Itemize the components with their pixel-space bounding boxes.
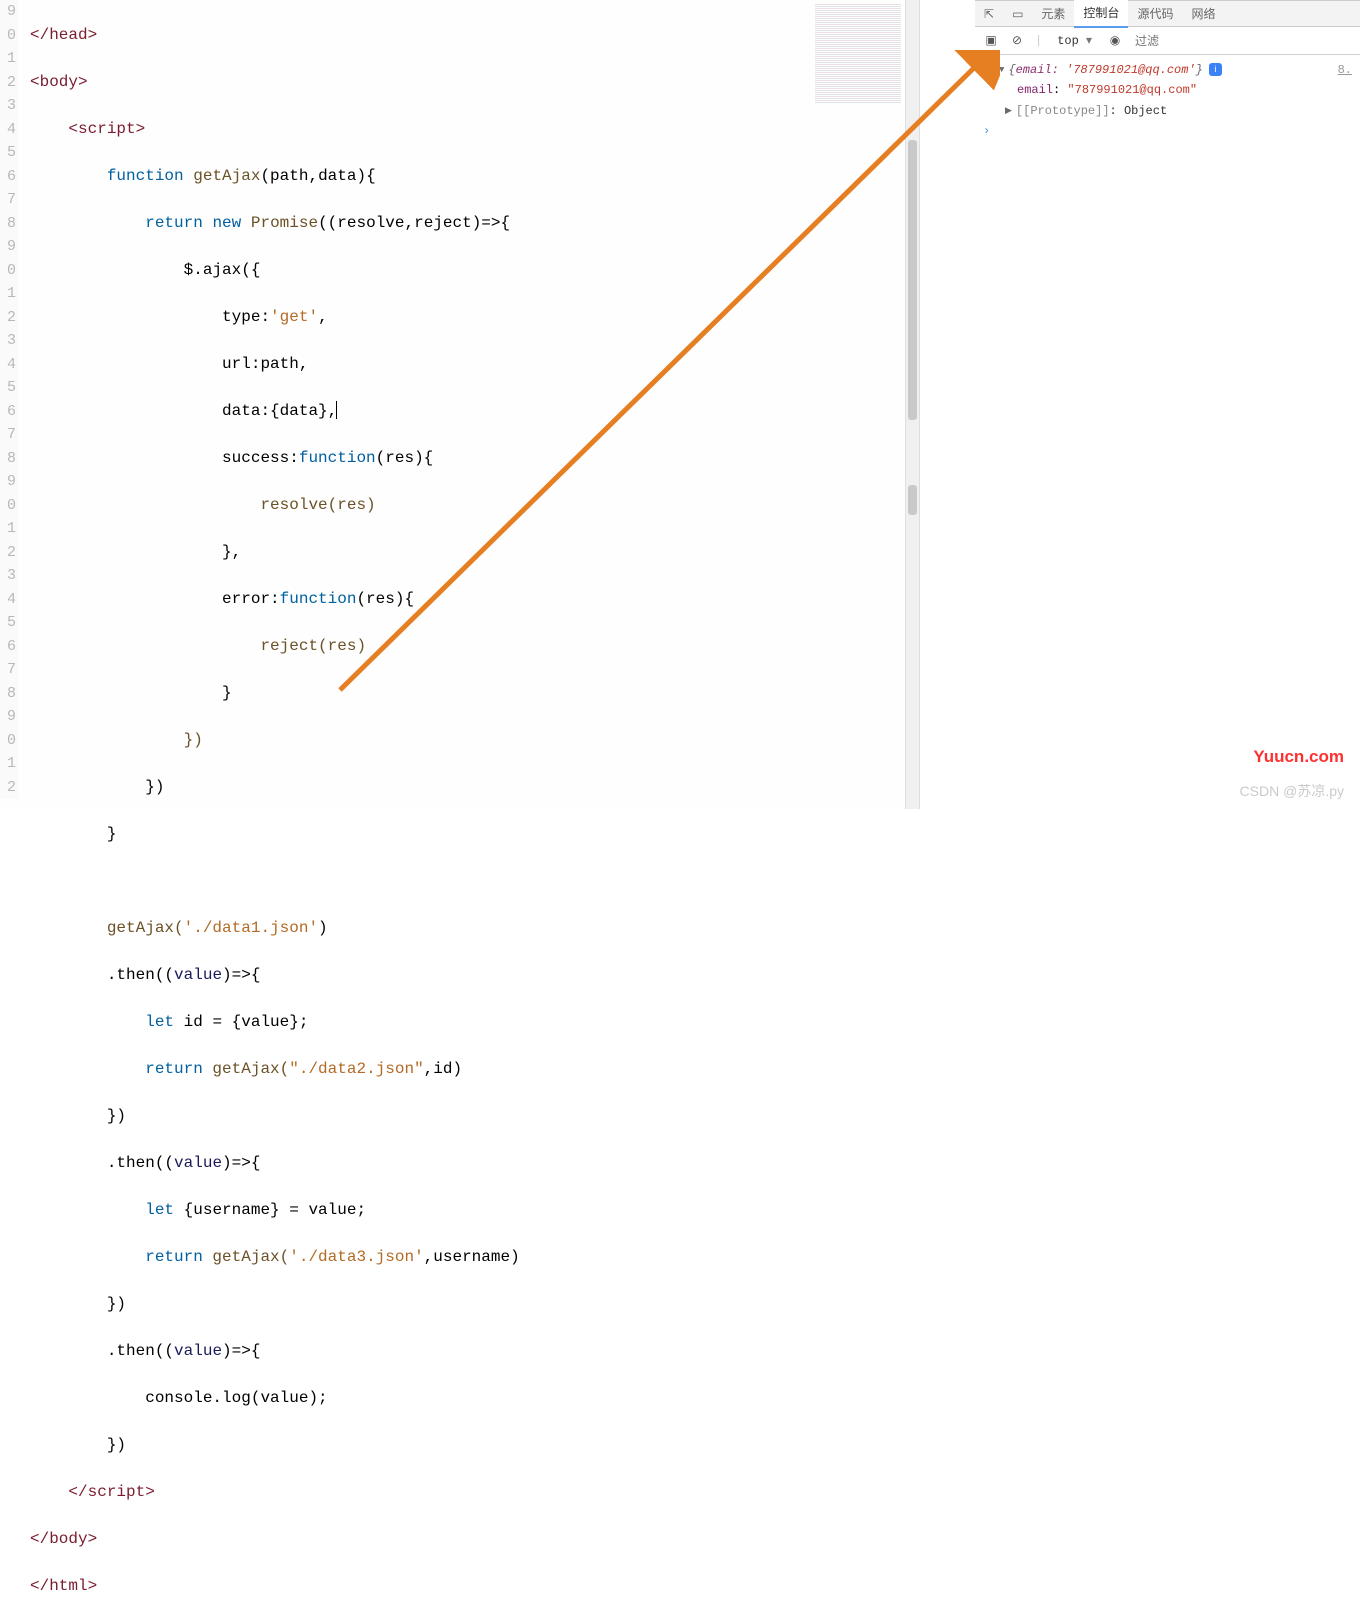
- class-promise: Promise: [251, 214, 318, 232]
- console-log: console.log(value);: [145, 1389, 327, 1407]
- devtools-tabs: ⇱ ▭ 元素 控制台 源代码 网络: [975, 1, 1360, 27]
- console-prop-key: email: [1017, 80, 1053, 100]
- console-prop-val: "787991021@qq.com": [1067, 80, 1197, 100]
- data-prop: data:{data},: [222, 402, 337, 420]
- console-prompt-icon[interactable]: ›: [983, 121, 990, 141]
- watermark: Yuucn.com: [1253, 747, 1344, 767]
- source-link[interactable]: 8.: [1338, 63, 1352, 77]
- scroll-thumb[interactable]: [908, 140, 917, 420]
- resolve-call: resolve(res): [260, 496, 375, 514]
- url-prop: url:path,: [222, 355, 308, 373]
- device-icon[interactable]: ▭: [1003, 2, 1032, 26]
- tag-body: <body>: [30, 73, 88, 91]
- inspect-icon[interactable]: ⇱: [975, 2, 1003, 26]
- eye-icon[interactable]: ◉: [1107, 33, 1123, 49]
- tab-sources[interactable]: 源代码: [1128, 0, 1182, 27]
- minimap[interactable]: [815, 4, 901, 104]
- devtools-panel[interactable]: ⇱ ▭ 元素 控制台 源代码 网络 ▣ ⊘ | top ◉ {email: '7…: [975, 0, 1360, 809]
- console-output[interactable]: {email: '787991021@qq.com'} i email: "78…: [975, 55, 1360, 145]
- kw-return: return: [145, 214, 203, 232]
- play-icon[interactable]: ▣: [983, 33, 999, 49]
- tab-elements[interactable]: 元素: [1032, 0, 1074, 27]
- str-data3: './data3.json': [289, 1248, 423, 1266]
- csdn-attribution: CSDN @苏凉.py: [1240, 781, 1344, 801]
- tag-script-close: </script>: [68, 1483, 154, 1501]
- console-prototype: [[Prototype]]: [1016, 101, 1110, 121]
- line-gutter: 9012345678901234567890123456789012: [0, 0, 18, 799]
- proto-expand[interactable]: [1005, 100, 1012, 121]
- filter-input[interactable]: [1133, 33, 1352, 49]
- fn-getAjax: getAjax: [193, 167, 260, 185]
- text-caret: [336, 401, 337, 419]
- kw-new: new: [212, 214, 241, 232]
- str-data2: "./data2.json": [289, 1060, 423, 1078]
- code-content[interactable]: </head> <body> <script> function getAjax…: [30, 0, 919, 1618]
- info-badge-icon[interactable]: i: [1209, 63, 1222, 76]
- expand-toggle[interactable]: [999, 59, 1004, 80]
- tag-html-close: </html>: [30, 1577, 97, 1595]
- clear-icon[interactable]: ⊘: [1009, 33, 1025, 49]
- str-data1: './data1.json': [184, 919, 318, 937]
- context-dropdown[interactable]: top: [1052, 30, 1097, 51]
- scroll-thumb-secondary[interactable]: [908, 485, 917, 515]
- console-summary-key: email:: [1016, 63, 1059, 77]
- code-editor[interactable]: 9012345678901234567890123456789012 </hea…: [0, 0, 920, 809]
- kw-function: function: [107, 167, 184, 185]
- fn-params: (path,data): [260, 167, 366, 185]
- vertical-scrollbar[interactable]: [905, 0, 919, 809]
- tag-body-close: </body>: [30, 1530, 97, 1548]
- str-get: 'get': [270, 308, 318, 326]
- tab-console[interactable]: 控制台: [1074, 0, 1128, 28]
- tag-script-open: <script>: [68, 120, 145, 138]
- tag-head-close: </head>: [30, 26, 97, 44]
- reject-call: reject(res): [260, 637, 366, 655]
- jq-ajax: $.ajax(: [184, 261, 251, 279]
- console-toolbar: ▣ ⊘ | top ◉: [975, 27, 1360, 55]
- console-summary-val: '787991021@qq.com': [1066, 63, 1196, 77]
- tab-network[interactable]: 网络: [1182, 0, 1224, 27]
